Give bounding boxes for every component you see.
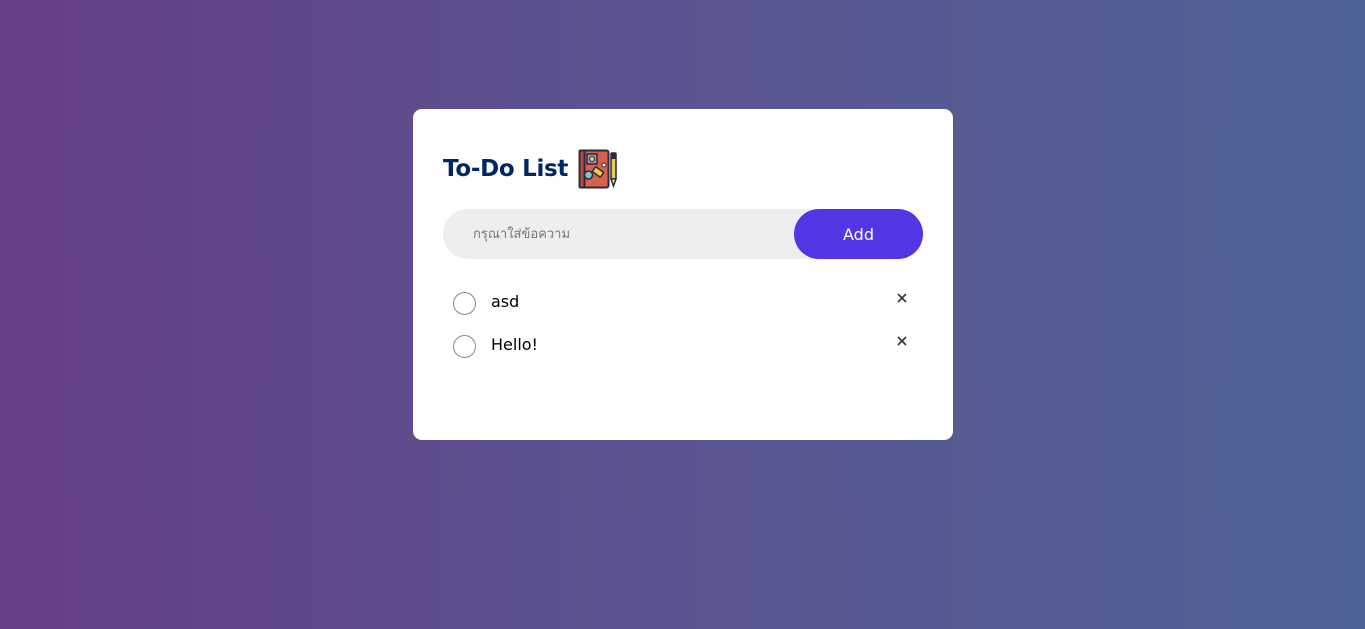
task-input[interactable] bbox=[443, 208, 794, 260]
task-text: Hello! bbox=[491, 335, 538, 354]
task-item[interactable]: asd bbox=[443, 285, 923, 328]
title-row: To-Do List bbox=[443, 149, 923, 189]
close-icon[interactable] bbox=[895, 334, 909, 348]
task-text: asd bbox=[491, 292, 520, 311]
checkbox-circle-icon[interactable] bbox=[453, 335, 476, 358]
app-title: To-Do List bbox=[443, 156, 569, 182]
todo-card: To-Do List Add bbox=[413, 109, 953, 440]
add-button[interactable]: Add bbox=[794, 209, 923, 259]
checkbox-circle-icon[interactable] bbox=[453, 292, 476, 315]
notebook-pen-icon bbox=[578, 149, 620, 189]
task-list: asd Hello! bbox=[443, 285, 923, 371]
close-icon[interactable] bbox=[895, 291, 909, 305]
task-input-row: Add bbox=[443, 208, 923, 260]
task-item[interactable]: Hello! bbox=[443, 328, 923, 371]
